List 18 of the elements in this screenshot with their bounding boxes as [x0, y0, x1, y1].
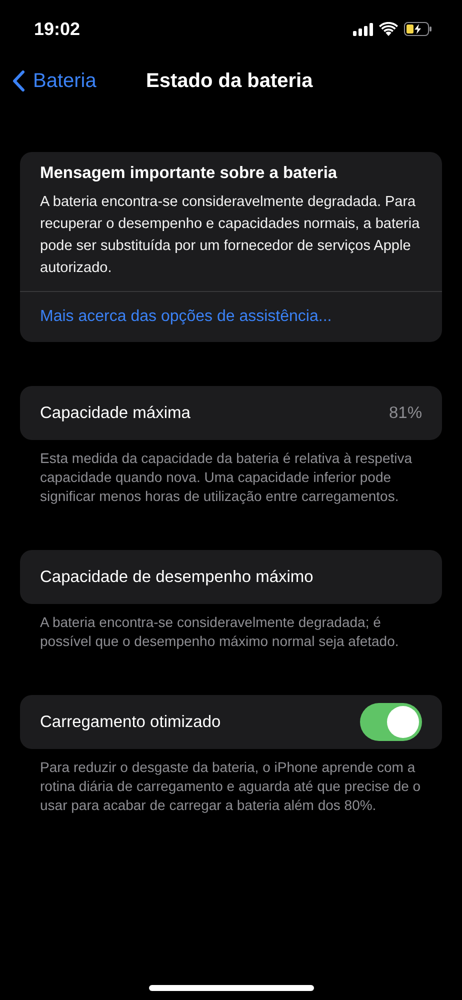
section-footnote: A bateria encontra-se consideravelmente degradada; é possível que o desempenho máximo normal seja afetado. [39, 613, 400, 651]
chevron-left-icon [12, 70, 25, 92]
section-footnote: Esta medida da capacidade da bateria é relativa à respetiva capacidade quando nova. Uma capacidade inferior pode significar menos horas de utilização entre carregamentos. [39, 449, 414, 506]
row-label: Carregamento otimizado [40, 712, 221, 732]
message-title: Mensagem importante sobre a bateria [40, 164, 338, 183]
section-footnote: Para reduzir o desgaste da bateria, o iPhone aprende com a rotina diária de carregamento e aguarda até que precise de o usar para acabar de carregar a bateria além dos 80%. [39, 758, 422, 815]
message-text: A bateria encontra-se consideravelmente degradada. Para recuperar o desempenho e capacidades normais, a bateria pode ser substituída por um fornecedor de serviços Apple autorizado. [40, 193, 421, 278]
battery-icon [404, 22, 432, 36]
back-link[interactable]: Bateria [0, 70, 96, 92]
toggle-switch[interactable] [360, 703, 422, 741]
row-label: Capacidade de desempenho máximo [40, 568, 314, 586]
status-time: 19:02 [34, 18, 80, 40]
row-value: 81% [388, 404, 422, 422]
row-label: Capacidade máxima [40, 404, 190, 422]
signal-icon [353, 22, 373, 36]
assistance-link[interactable]: Mais acerca das opções de assistência... [20, 292, 442, 342]
page-title: Estado da bateria [146, 70, 313, 93]
wifi-icon [379, 22, 398, 36]
